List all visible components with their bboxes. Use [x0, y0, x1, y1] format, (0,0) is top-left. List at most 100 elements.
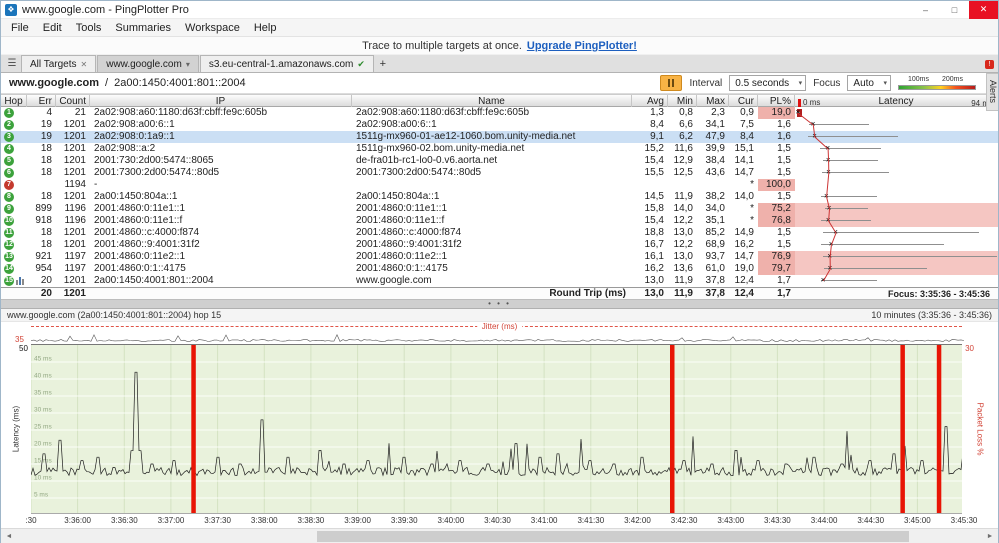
hop-number-badge: 15: [4, 276, 14, 286]
cur-cell: *: [750, 215, 754, 226]
upgrade-link[interactable]: Upgrade PingPlotter!: [527, 40, 637, 52]
scroll-left-icon[interactable]: ◄: [1, 529, 17, 543]
maximize-button[interactable]: □: [940, 1, 969, 19]
latency-graph-cell: ×: [795, 155, 998, 167]
tab-www-google-com[interactable]: www.google.com ▾: [97, 55, 199, 72]
table-row[interactable]: 14 954 1197 2001:4860:0:1::4175 2001:4860:0:…: [1, 263, 998, 275]
tab-close-icon[interactable]: ✕: [81, 60, 88, 69]
alert-badge-icon[interactable]: !: [985, 60, 994, 69]
menu-bar: File Edit Tools Summaries Workspace Help: [1, 19, 998, 37]
name-cell: 2001:4860:0:11e1::f: [356, 215, 445, 226]
panel-splitter-handle[interactable]: • • •: [1, 299, 998, 309]
count-cell: 21: [74, 107, 86, 118]
table-row[interactable]: 7 1194- * 100,0: [1, 179, 998, 191]
count-cell: 1201: [63, 155, 86, 166]
latency-graph-cell: ×: [795, 167, 998, 179]
table-row[interactable]: 13 921 1197 2001:4860:0:11e2::1 2001:4860:0:…: [1, 251, 998, 263]
hop-number-badge: 8: [4, 192, 14, 202]
name-cell: 2001:4860:0:11e1::1: [356, 203, 448, 214]
name-cell: [352, 179, 632, 191]
scrollbar-thumb[interactable]: [317, 531, 909, 542]
err-cell: 18: [40, 167, 52, 178]
check-icon: ✔: [357, 58, 365, 69]
footer-min: 11,9: [674, 287, 693, 299]
max-cell: 35,1: [705, 215, 725, 226]
tab-s3-amazonaws[interactable]: s3.eu-central-1.amazonaws.com ✔: [199, 55, 374, 72]
table-row[interactable]: 9 899 1196 2001:4860:0:11e1::1 2001:4860:0:1…: [1, 203, 998, 215]
timeline-graph-row: Latency (ms) 50 5 ms 10 ms 15 ms 20 ms 25 ms…: [1, 344, 998, 514]
hop-cell: 4: [1, 143, 27, 155]
packet-loss-cell: 76,9: [758, 251, 795, 263]
footer-err: 20: [40, 287, 52, 299]
hop-cell: 6: [1, 167, 27, 179]
avg-cell: 9,1: [650, 131, 664, 142]
table-row[interactable]: 1 4 21 2a02:908:a60:1180:d63f:cbff:fe9c:605…: [1, 107, 998, 119]
timeline-graph[interactable]: 5 ms 10 ms 15 ms 20 ms 25 ms 30 ms 35 ms 40 ms 4…: [30, 344, 963, 514]
count-cell: 1201: [63, 119, 86, 130]
chevron-down-icon[interactable]: ▾: [186, 60, 190, 69]
table-row[interactable]: 5 18 1201 2001:730:2d00:5474::8065 de-fra01b…: [1, 155, 998, 167]
avg-cell: 16,7: [644, 239, 664, 250]
min-cell: 11,9: [674, 191, 693, 202]
min-max-whisker: [822, 160, 878, 161]
menu-workspace[interactable]: Workspace: [178, 19, 247, 36]
interval-select[interactable]: 0.5 seconds ▾: [729, 75, 807, 91]
cur-cell: 8,4: [740, 131, 754, 142]
table-row[interactable]: 3 19 1201 2a02:908:0:1a9::1 1511g-mx960-01-a…: [1, 131, 998, 143]
avg-cell: 16,2: [644, 263, 664, 274]
minimize-button[interactable]: –: [911, 1, 940, 19]
min-cell: 12,5: [673, 167, 693, 178]
max-cell: 43,6: [705, 167, 725, 178]
hop-cell: 12: [1, 239, 27, 251]
min-max-whisker: [809, 124, 869, 125]
x-axis-tick-label: 3:43:30: [764, 516, 791, 525]
max-cell: [697, 179, 729, 191]
menu-edit[interactable]: Edit: [36, 19, 69, 36]
packet-loss-cell: 76,8: [758, 215, 795, 227]
avg-latency-marker: ×: [827, 251, 833, 261]
table-row[interactable]: 15 20 1201 2a00:1450:4001:801::2004 www.goog…: [1, 275, 998, 287]
menu-file[interactable]: File: [4, 19, 36, 36]
avg-cell: 16,1: [644, 251, 664, 262]
menu-help[interactable]: Help: [247, 19, 284, 36]
table-row[interactable]: 2 19 1201 2a02:908:a00:6::1 2a02:908:a00:6::…: [1, 119, 998, 131]
avg-cell: 15,2: [644, 143, 664, 154]
min-max-whisker: [808, 136, 899, 137]
add-target-tab-button[interactable]: +: [375, 55, 391, 72]
table-row[interactable]: 8 18 1201 2a00:1450:804a::1 2a00:1450:804a::…: [1, 191, 998, 203]
tab-all-targets[interactable]: All Targets ✕: [21, 55, 97, 72]
name-cell: 2a02:908:a60:1180:d63f:cbff:fe9c:605b: [356, 107, 530, 118]
hop-number-badge: 14: [4, 264, 14, 274]
count-cell: 1201: [63, 143, 86, 154]
cur-cell: 14,1: [734, 155, 754, 166]
table-row[interactable]: 4 18 1201 2a02:908::a:2 1511g-mx960-02.bom.u…: [1, 143, 998, 155]
count-cell: 1194: [64, 179, 86, 190]
latency-graph-cell: ×: [795, 143, 998, 155]
table-row[interactable]: 6 18 1201 2001:7300:2d00:5474::80d5 2001:730…: [1, 167, 998, 179]
cur-cell: 14,9: [734, 227, 754, 238]
cur-cell: 7,5: [740, 119, 754, 130]
avg-latency-marker: ×: [795, 107, 801, 117]
table-row[interactable]: 12 18 1201 2001:4860::9:4001:31f2 2001:4860:…: [1, 239, 998, 251]
menu-tools[interactable]: Tools: [69, 19, 109, 36]
avg-cell: 15,5: [644, 167, 664, 178]
ip-cell: -: [94, 179, 98, 190]
cur-cell: 14,7: [734, 167, 754, 178]
scroll-right-icon[interactable]: ►: [982, 529, 998, 543]
max-cell: 68,9: [705, 239, 725, 250]
err-cell: 20: [40, 275, 52, 286]
pause-button[interactable]: [660, 75, 683, 91]
focus-select[interactable]: Auto ▾: [847, 75, 891, 91]
close-button[interactable]: ✕: [969, 0, 998, 19]
alerts-side-tab[interactable]: Alerts: [986, 73, 998, 111]
table-row[interactable]: 10 918 1196 2001:4860:0:11e1::f 2001:4860:0:…: [1, 215, 998, 227]
targets-menu-icon[interactable]: ☰: [3, 55, 21, 72]
menu-summaries[interactable]: Summaries: [108, 19, 178, 36]
table-row[interactable]: 11 18 1201 2001:4860::c:4000:f874 2001:4860:…: [1, 227, 998, 239]
timeline-scrollbar[interactable]: ◄ ►: [1, 528, 998, 543]
latency-graph-cell: ×: [795, 119, 998, 131]
count-cell: 1201: [63, 227, 86, 238]
avg-latency-marker: ×: [826, 203, 832, 213]
round-trip-row: 20 1201 Round Trip (ms) 13,0 11,9 37,8 1…: [1, 287, 998, 299]
x-axis-tick-label: 3:36:00: [64, 516, 91, 525]
